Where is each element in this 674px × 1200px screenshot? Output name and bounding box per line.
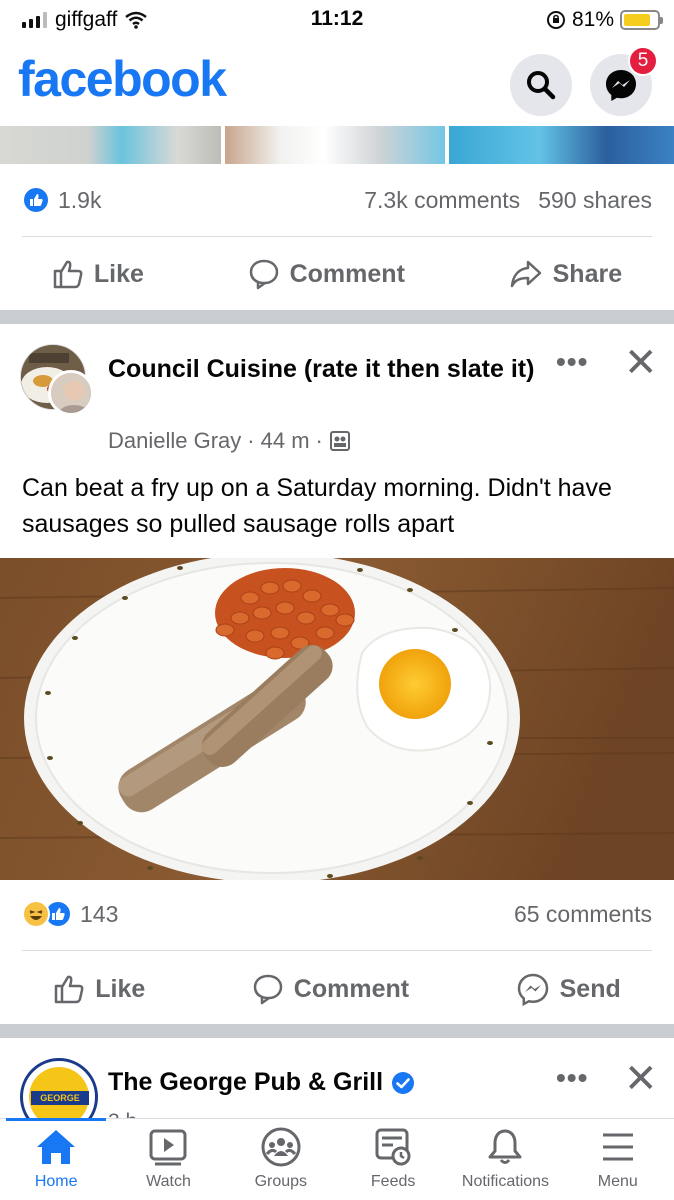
previous-post-shares[interactable]: 590 shares bbox=[538, 187, 652, 214]
facebook-logo[interactable]: facebook bbox=[18, 50, 227, 108]
feed-separator bbox=[0, 1024, 674, 1038]
post-stats: 143 65 comments bbox=[22, 900, 652, 928]
group-avatar[interactable] bbox=[20, 344, 94, 418]
nav-label: Groups bbox=[254, 1173, 308, 1190]
bell-icon bbox=[488, 1129, 522, 1164]
nav-label: Watch bbox=[146, 1173, 191, 1190]
feed-separator bbox=[0, 310, 674, 324]
nav-label: Home bbox=[34, 1173, 78, 1190]
more-options-icon[interactable]: ••• bbox=[556, 346, 588, 378]
feeds-icon bbox=[375, 1128, 411, 1166]
meta-separator: · bbox=[247, 428, 255, 453]
like-label: Like bbox=[93, 259, 144, 288]
comment-label: Comment bbox=[293, 974, 410, 1003]
menu-icon bbox=[602, 1133, 633, 1161]
nav-label: Notifications bbox=[461, 1173, 550, 1190]
group-privacy-icon bbox=[329, 431, 350, 451]
close-icon[interactable]: ✕ bbox=[624, 340, 658, 386]
nav-feeds[interactable]: Feeds bbox=[337, 1119, 449, 1200]
like-reaction-icon bbox=[22, 186, 50, 214]
haha-reaction-icon bbox=[22, 900, 50, 928]
comment-button[interactable]: Comment bbox=[248, 258, 405, 290]
more-options-icon[interactable]: ••• bbox=[556, 1062, 588, 1094]
watch-icon bbox=[149, 1129, 187, 1166]
previous-post-comments[interactable]: 7.3k comments bbox=[364, 187, 520, 214]
bottom-navigation: Home Watch Groups Feeds Notifications Me… bbox=[0, 1118, 674, 1200]
messenger-icon bbox=[606, 70, 636, 101]
comment-button[interactable]: Comment bbox=[252, 973, 409, 1005]
nav-groups[interactable]: Groups bbox=[225, 1119, 337, 1200]
like-button[interactable]: Like bbox=[52, 258, 144, 290]
battery-percent: 81% bbox=[571, 8, 614, 31]
post-reaction-count: 143 bbox=[80, 900, 119, 927]
share-icon bbox=[510, 260, 541, 288]
post-photo[interactable] bbox=[0, 558, 674, 880]
app-header: facebook 5 bbox=[0, 42, 674, 124]
messenger-badge: 5 bbox=[628, 46, 658, 76]
status-bar: giffgaff 11:12 81% bbox=[0, 0, 674, 42]
orientation-lock-icon bbox=[546, 11, 565, 29]
groups-icon bbox=[261, 1127, 301, 1167]
nav-watch[interactable]: Watch bbox=[112, 1119, 224, 1200]
post-actions: Like Comment Send bbox=[0, 959, 674, 1019]
post-author[interactable]: Danielle Gray bbox=[108, 428, 241, 454]
post-time[interactable]: 44 m bbox=[261, 428, 310, 454]
nav-menu[interactable]: Menu bbox=[562, 1119, 674, 1200]
share-button[interactable]: Share bbox=[509, 258, 622, 290]
like-icon bbox=[55, 975, 84, 1004]
post-reactions[interactable]: 143 bbox=[22, 900, 118, 928]
previous-post-stats: 1.9k 7.3k comments 590 shares bbox=[22, 186, 652, 214]
send-button[interactable]: Send bbox=[516, 972, 621, 1006]
nav-notifications[interactable]: Notifications bbox=[449, 1119, 561, 1200]
post-comments[interactable]: 65 comments bbox=[514, 901, 652, 928]
battery-level bbox=[624, 14, 650, 26]
divider bbox=[22, 950, 652, 951]
previous-post-reactions[interactable]: 1.9k bbox=[22, 186, 101, 214]
share-label: Share bbox=[552, 259, 623, 288]
page-title-row: The George Pub & Grill bbox=[108, 1068, 415, 1097]
meta-separator: · bbox=[315, 428, 323, 453]
nav-home[interactable]: Home bbox=[0, 1118, 112, 1200]
page-name[interactable]: The George Pub & Grill bbox=[108, 1068, 383, 1097]
search-icon bbox=[527, 71, 556, 100]
messenger-send-icon bbox=[517, 973, 548, 1006]
nav-label: Menu bbox=[597, 1173, 638, 1190]
previous-post-actions: Like Comment Share bbox=[0, 244, 674, 304]
like-label: Like bbox=[95, 974, 146, 1003]
page-avatar-text: GEORGE bbox=[31, 1091, 89, 1105]
battery-icon bbox=[620, 10, 663, 30]
home-icon bbox=[37, 1130, 76, 1164]
nav-label: Feeds bbox=[370, 1173, 416, 1190]
like-icon bbox=[53, 260, 83, 289]
send-label: Send bbox=[559, 974, 621, 1003]
battery-info: 81% bbox=[546, 8, 663, 32]
divider bbox=[22, 236, 652, 237]
comment-icon bbox=[253, 974, 283, 1005]
verified-badge-icon bbox=[392, 1071, 415, 1094]
post-text: Can beat a fry up on a Saturday morning.… bbox=[22, 474, 612, 538]
group-name[interactable]: Council Cuisine (rate it then slate it) bbox=[108, 352, 548, 386]
previous-post-image[interactable] bbox=[0, 126, 674, 164]
comment-label: Comment bbox=[289, 259, 405, 288]
next-post-time: 3 h bbox=[108, 1110, 137, 1118]
close-icon[interactable]: ✕ bbox=[624, 1056, 658, 1102]
author-avatar[interactable] bbox=[48, 370, 94, 416]
previous-post-reaction-count: 1.9k bbox=[58, 186, 102, 213]
messenger-button[interactable]: 5 bbox=[590, 46, 658, 116]
comment-icon bbox=[249, 259, 278, 290]
search-button[interactable] bbox=[510, 54, 572, 116]
post-meta: Danielle Gray · 44 m · bbox=[108, 428, 351, 454]
like-button[interactable]: Like bbox=[53, 973, 145, 1005]
